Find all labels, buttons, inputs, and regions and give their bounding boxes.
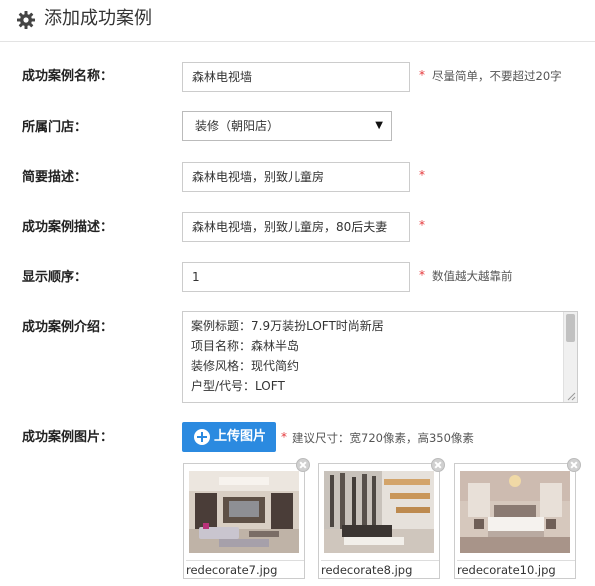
description-label: 成功案例描述： <box>22 220 114 235</box>
image-filename: redecorate8.jpg <box>321 560 439 578</box>
intro-line: 装修风格：现代简约 <box>191 359 300 373</box>
remove-image-icon[interactable] <box>431 458 445 472</box>
image-size-hint: 建议尺寸：宽720像素，高350像素 <box>292 431 474 445</box>
dropdown-arrow-icon: ▼ <box>375 120 383 131</box>
required-marker: * <box>419 68 425 82</box>
remove-image-icon[interactable] <box>567 458 581 472</box>
page-header: 添加成功案例 <box>0 0 595 42</box>
store-label: 所属门店： <box>22 120 88 135</box>
summary-label: 简要描述： <box>22 170 88 185</box>
image-thumbnail: redecorate10.jpg <box>454 458 581 579</box>
required-marker: * <box>419 168 425 182</box>
case-name-input[interactable]: 森林电视墙 <box>182 62 410 92</box>
order-hint: 数值越大越靠前 <box>432 269 513 283</box>
case-name-hint: 尽量简单，不要超过20字 <box>432 69 562 83</box>
required-marker: * <box>419 268 425 282</box>
images-label: 成功案例图片： <box>22 430 114 445</box>
plus-circle-icon <box>194 429 210 445</box>
scrollbar[interactable] <box>563 312 577 402</box>
resize-handle-icon[interactable] <box>566 391 576 401</box>
case-name-label: 成功案例名称： <box>22 69 114 84</box>
order-input[interactable]: 1 <box>182 262 410 292</box>
required-marker: * <box>419 218 425 232</box>
description-input[interactable]: 森林电视墙，别致儿童房，80后夫妻 <box>182 212 410 242</box>
room-photo <box>189 471 299 553</box>
image-thumbnail: redecorate7.jpg <box>183 458 310 579</box>
order-label: 显示顺序： <box>22 270 88 285</box>
store-select[interactable]: 装修（朝阳店） ▼ <box>182 111 392 141</box>
room-photo <box>324 471 434 553</box>
image-thumbnail: redecorate8.jpg <box>318 458 445 579</box>
page-title: 添加成功案例 <box>44 8 152 29</box>
intro-textarea[interactable]: 案例标题：7.9万装扮LOFT时尚新居 项目名称：森林半岛 装修风格：现代简约 … <box>182 311 578 403</box>
upload-button-label: 上传图片 <box>214 429 267 444</box>
intro-line: 项目名称：森林半岛 <box>191 339 300 353</box>
intro-line: 案例标题：7.9万装扮LOFT时尚新居 <box>191 319 384 333</box>
intro-line: 户型/代号：LOFT <box>191 379 285 393</box>
required-marker: * <box>281 430 287 444</box>
scrollbar-thumb[interactable] <box>566 314 575 342</box>
room-photo <box>460 471 570 553</box>
intro-label: 成功案例介绍： <box>22 320 114 335</box>
remove-image-icon[interactable] <box>296 458 310 472</box>
image-filename: redecorate10.jpg <box>457 560 575 578</box>
summary-input[interactable]: 森林电视墙，别致儿童房 <box>182 162 410 192</box>
image-filename: redecorate7.jpg <box>186 560 304 578</box>
gear-icon <box>17 11 35 29</box>
store-select-value: 装修（朝阳店） <box>195 119 280 133</box>
upload-image-button[interactable]: 上传图片 <box>182 422 276 452</box>
